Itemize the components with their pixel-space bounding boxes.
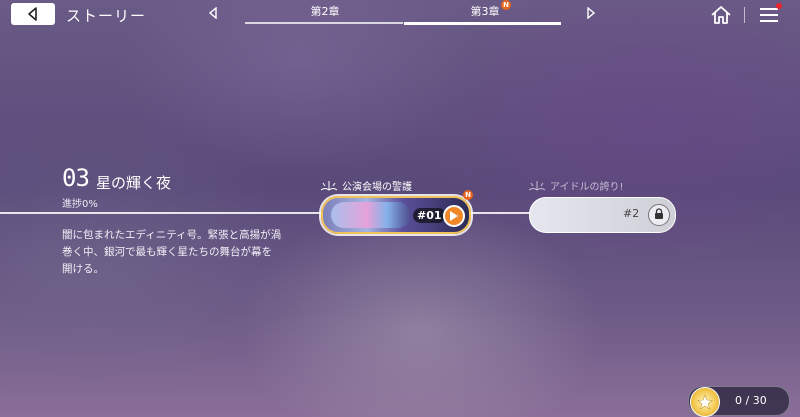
lock-button (648, 204, 670, 226)
header-divider (744, 7, 745, 23)
episode-2-title: アイドルの誇り! (550, 182, 624, 193)
episode-1-label: 公演会場の警護 (320, 178, 412, 193)
tab-underline (245, 22, 403, 24)
tab-chapter-3-label: 第3章 (470, 5, 500, 18)
chapter-number: 03 (62, 164, 90, 192)
timeline-line (0, 212, 322, 214)
tab-chapter-2-label: 第2章 (310, 5, 340, 18)
screen-title: ストーリー (66, 7, 147, 25)
tab-chapter-3[interactable]: 第3章 (445, 3, 525, 19)
episode-1-title: 公演会場の警護 (342, 182, 412, 193)
chapter-name: 星の輝く夜 (96, 174, 172, 192)
tab-underline-active (404, 22, 561, 25)
next-chapter-icon[interactable] (586, 7, 596, 19)
book-icon (320, 180, 338, 191)
play-button[interactable] (443, 205, 465, 227)
back-button[interactable] (11, 3, 55, 25)
star-icon (697, 394, 713, 410)
back-arrow-icon (28, 7, 37, 21)
lock-icon (655, 208, 663, 219)
timeline-line (470, 212, 530, 214)
chapter-description: 闇に包まれたエディニティ号。緊張と高揚が渦巻く中、銀河で最も輝く星たちの舞台が幕… (62, 229, 282, 275)
episode-2-node[interactable]: #2 (529, 197, 676, 233)
menu-icon[interactable] (759, 6, 779, 24)
episode-1-node[interactable]: #01 (321, 196, 471, 234)
play-icon (450, 211, 458, 221)
episode-2-label: アイドルの誇り! (528, 178, 624, 193)
episode-2-number: #2 (623, 207, 640, 220)
home-icon[interactable] (710, 5, 732, 25)
star-badge (690, 387, 720, 417)
episode-thumbnail (331, 202, 411, 228)
new-badge: N (463, 190, 473, 200)
prev-chapter-icon[interactable] (208, 7, 218, 19)
star-counter[interactable]: 0 / 30 (688, 386, 790, 417)
tab-chapter-2[interactable]: 第2章 (285, 3, 365, 19)
new-badge: N (501, 0, 511, 10)
episode-1-number: #01 (413, 208, 446, 223)
chapter-progress: 進捗0% (62, 199, 98, 210)
star-count: 0 / 30 (735, 394, 767, 407)
book-icon (528, 180, 546, 191)
top-bar: ストーリー 第2章 第3章 N (0, 0, 800, 30)
notification-dot (776, 3, 782, 9)
